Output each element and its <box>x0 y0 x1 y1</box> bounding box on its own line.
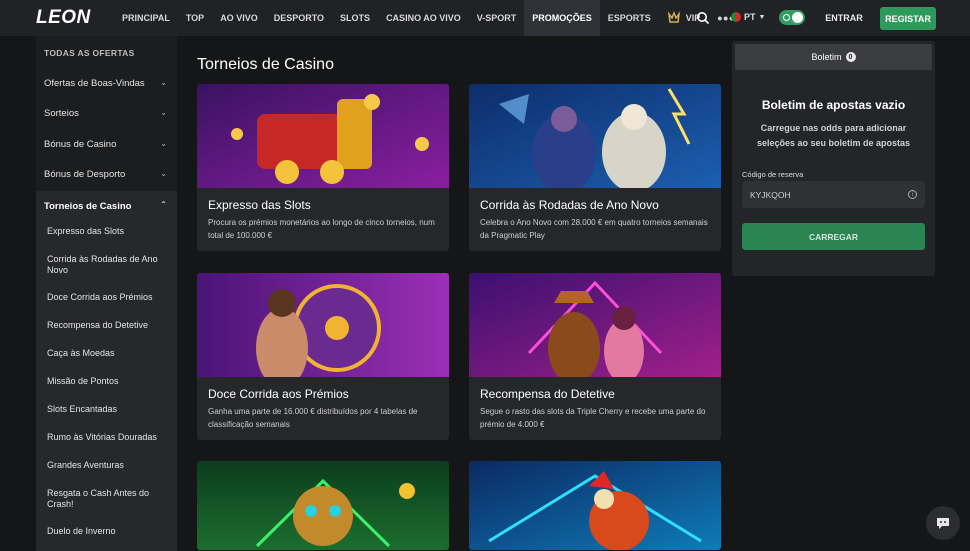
nav-links: PRINCIPAL TOP AO VIVO DESPORTO SLOTS CAS… <box>114 0 744 36</box>
sidebar-item-label: Torneios de Casino <box>44 200 132 212</box>
sidebar-item-label: Sorteios <box>44 107 79 119</box>
language-label: PT <box>744 12 756 22</box>
betslip-hint: Carregue nas odds para adicionar seleçõe… <box>756 123 911 148</box>
chevron-down-icon: ▼ <box>758 13 766 21</box>
sidebar-item-sorteios[interactable]: Sorteios ⌄ <box>36 98 177 128</box>
login-button[interactable]: ENTRAR <box>818 8 870 28</box>
promotions-sidebar: TODAS AS OFERTAS Ofertas de Boas-Vindas ⌄… <box>36 36 177 551</box>
chevron-up-icon: ⌃ <box>160 200 167 209</box>
nav-link-principal[interactable]: PRINCIPAL <box>114 0 178 36</box>
promo-card-new-year-race[interactable]: Corrida às Rodadas de Ano Novo Celebra o… <box>469 84 721 251</box>
chevron-down-icon: ⌄ <box>160 139 167 148</box>
portugal-flag-icon <box>731 12 741 22</box>
card-title: Corrida às Rodadas de Ano Novo <box>480 198 659 212</box>
sidebar-item-casino-tournaments[interactable]: Torneios de Casino ⌃ <box>36 191 177 221</box>
sidebar-subitem[interactable]: Slots Encantadas <box>47 404 172 415</box>
sidebar-header[interactable]: TODAS AS OFERTAS <box>44 48 135 58</box>
nav-link-promocoes[interactable]: PROMOÇÕES <box>524 0 600 36</box>
nav-link-esports[interactable]: ESPORTS <box>600 0 659 36</box>
register-button[interactable]: REGISTAR <box>880 7 936 30</box>
promo-card-detective-reward[interactable]: Recompensa do Detetive Segue o rasto das… <box>469 273 721 440</box>
support-chat-button[interactable] <box>926 506 960 540</box>
chat-icon <box>937 518 949 529</box>
nav-link-ao-vivo[interactable]: AO VIVO <box>212 0 266 36</box>
sidebar-subitem[interactable]: Duelo de Inverno <box>47 526 172 537</box>
chevron-down-icon: ⌄ <box>160 108 167 117</box>
card-title: Doce Corrida aos Prémios <box>208 387 349 401</box>
betslip-tab-label: Boletim <box>811 52 842 62</box>
nav-link-v-sport[interactable]: V-SPORT <box>469 0 525 36</box>
promo-card-slots-express[interactable]: Expresso das Slots Procura os prémios mo… <box>197 84 449 251</box>
nav-link-desporto[interactable]: DESPORTO <box>266 0 332 36</box>
sidebar-subitem[interactable]: Rumo às Vitórias Douradas <box>47 432 172 443</box>
sidebar-item-casino-bonus[interactable]: Bónus de Casino ⌄ <box>36 129 177 159</box>
wheel-promo-image <box>197 273 449 377</box>
card-title: Expresso das Slots <box>208 198 311 212</box>
sidebar-subitem[interactable]: Recompensa do Detetive <box>47 320 172 331</box>
nav-link-casino-ao-vivo[interactable]: CASINO AO VIVO <box>378 0 469 36</box>
card-description: Segue o rasto das slots da Triple Cherry… <box>480 407 706 429</box>
theme-icon <box>783 14 790 21</box>
booking-code-input[interactable]: KYJKQOH i <box>742 181 925 208</box>
sidebar-section-casino-tournaments: Torneios de Casino ⌃ Expresso das Slots C… <box>36 191 177 551</box>
sidebar-subitem[interactable]: Expresso das Slots <box>47 226 172 237</box>
info-icon[interactable]: i <box>908 190 917 199</box>
search-button[interactable] <box>689 4 717 32</box>
betslip-tab[interactable]: Boletim 0 <box>735 44 932 70</box>
theme-toggle[interactable] <box>779 10 805 25</box>
detective-promo-image <box>469 273 721 377</box>
sidebar-item-welcome-offers[interactable]: Ofertas de Boas-Vindas ⌄ <box>36 68 177 98</box>
booking-code-label: Código de reserva <box>742 170 804 179</box>
sidebar-subitem[interactable]: Caça às Moedas <box>47 348 172 359</box>
sidebar-item-label: Bónus de Desporto <box>44 168 126 180</box>
betslip-count-badge: 0 <box>845 52 856 62</box>
language-selector[interactable]: PT ▼ <box>731 12 765 22</box>
chevron-down-icon: ⌄ <box>160 78 167 87</box>
promo-card-sweet-race[interactable]: Doce Corrida aos Prémios Ganha uma parte… <box>197 273 449 440</box>
logo[interactable]: LEON <box>36 7 106 29</box>
promo-card-coin-hunt[interactable] <box>197 461 449 550</box>
card-description: Ganha uma parte de 16.000 € distribuídos… <box>208 407 418 429</box>
train-promo-image <box>197 84 449 188</box>
promo-card-points-mission[interactable] <box>469 461 721 550</box>
page-title: Torneios de Casino <box>197 56 334 73</box>
load-button[interactable]: CARREGAR <box>742 223 925 250</box>
sidebar-subitem[interactable]: Corrida às Rodadas de Ano Novo <box>47 254 172 276</box>
sidebar-item-label: Bónus de Casino <box>44 138 117 150</box>
vip-crown-icon <box>667 11 680 23</box>
chevron-down-icon: ⌄ <box>160 169 167 178</box>
card-description: Procura os prémios monetários ao longo d… <box>208 218 435 240</box>
card-description: Celebra o Ano Novo com 28.000 € em quatr… <box>480 218 708 240</box>
sidebar-subitem[interactable]: Doce Corrida aos Prémios <box>47 292 172 303</box>
sidebar-item-label: Ofertas de Boas-Vindas <box>44 77 145 89</box>
sidebar-subitem[interactable]: Missão de Pontos <box>47 376 172 387</box>
sidebar-subitem[interactable]: Resgata o Cash Antes do Crash! <box>47 488 172 510</box>
betslip-panel: Boletim 0 Boletim de apostas vazio Carre… <box>732 41 935 276</box>
jungle-promo-image <box>197 461 449 550</box>
nav-link-slots[interactable]: SLOTS <box>332 0 378 36</box>
gods-promo-image <box>469 84 721 188</box>
betslip-empty-title: Boletim de apostas vazio <box>761 98 906 112</box>
top-navigation: LEON PRINCIPAL TOP AO VIVO DESPORTO SLOT… <box>0 0 970 36</box>
search-icon <box>697 12 710 25</box>
sidebar-subitem[interactable]: Grandes Aventuras <box>47 460 172 471</box>
sidebar-item-sports-bonus[interactable]: Bónus de Desporto ⌄ <box>36 159 177 189</box>
rooster-promo-image <box>469 461 721 550</box>
booking-code-value: KYJKQOH <box>750 189 791 200</box>
nav-link-top[interactable]: TOP <box>178 0 212 36</box>
card-title: Recompensa do Detetive <box>480 387 615 401</box>
